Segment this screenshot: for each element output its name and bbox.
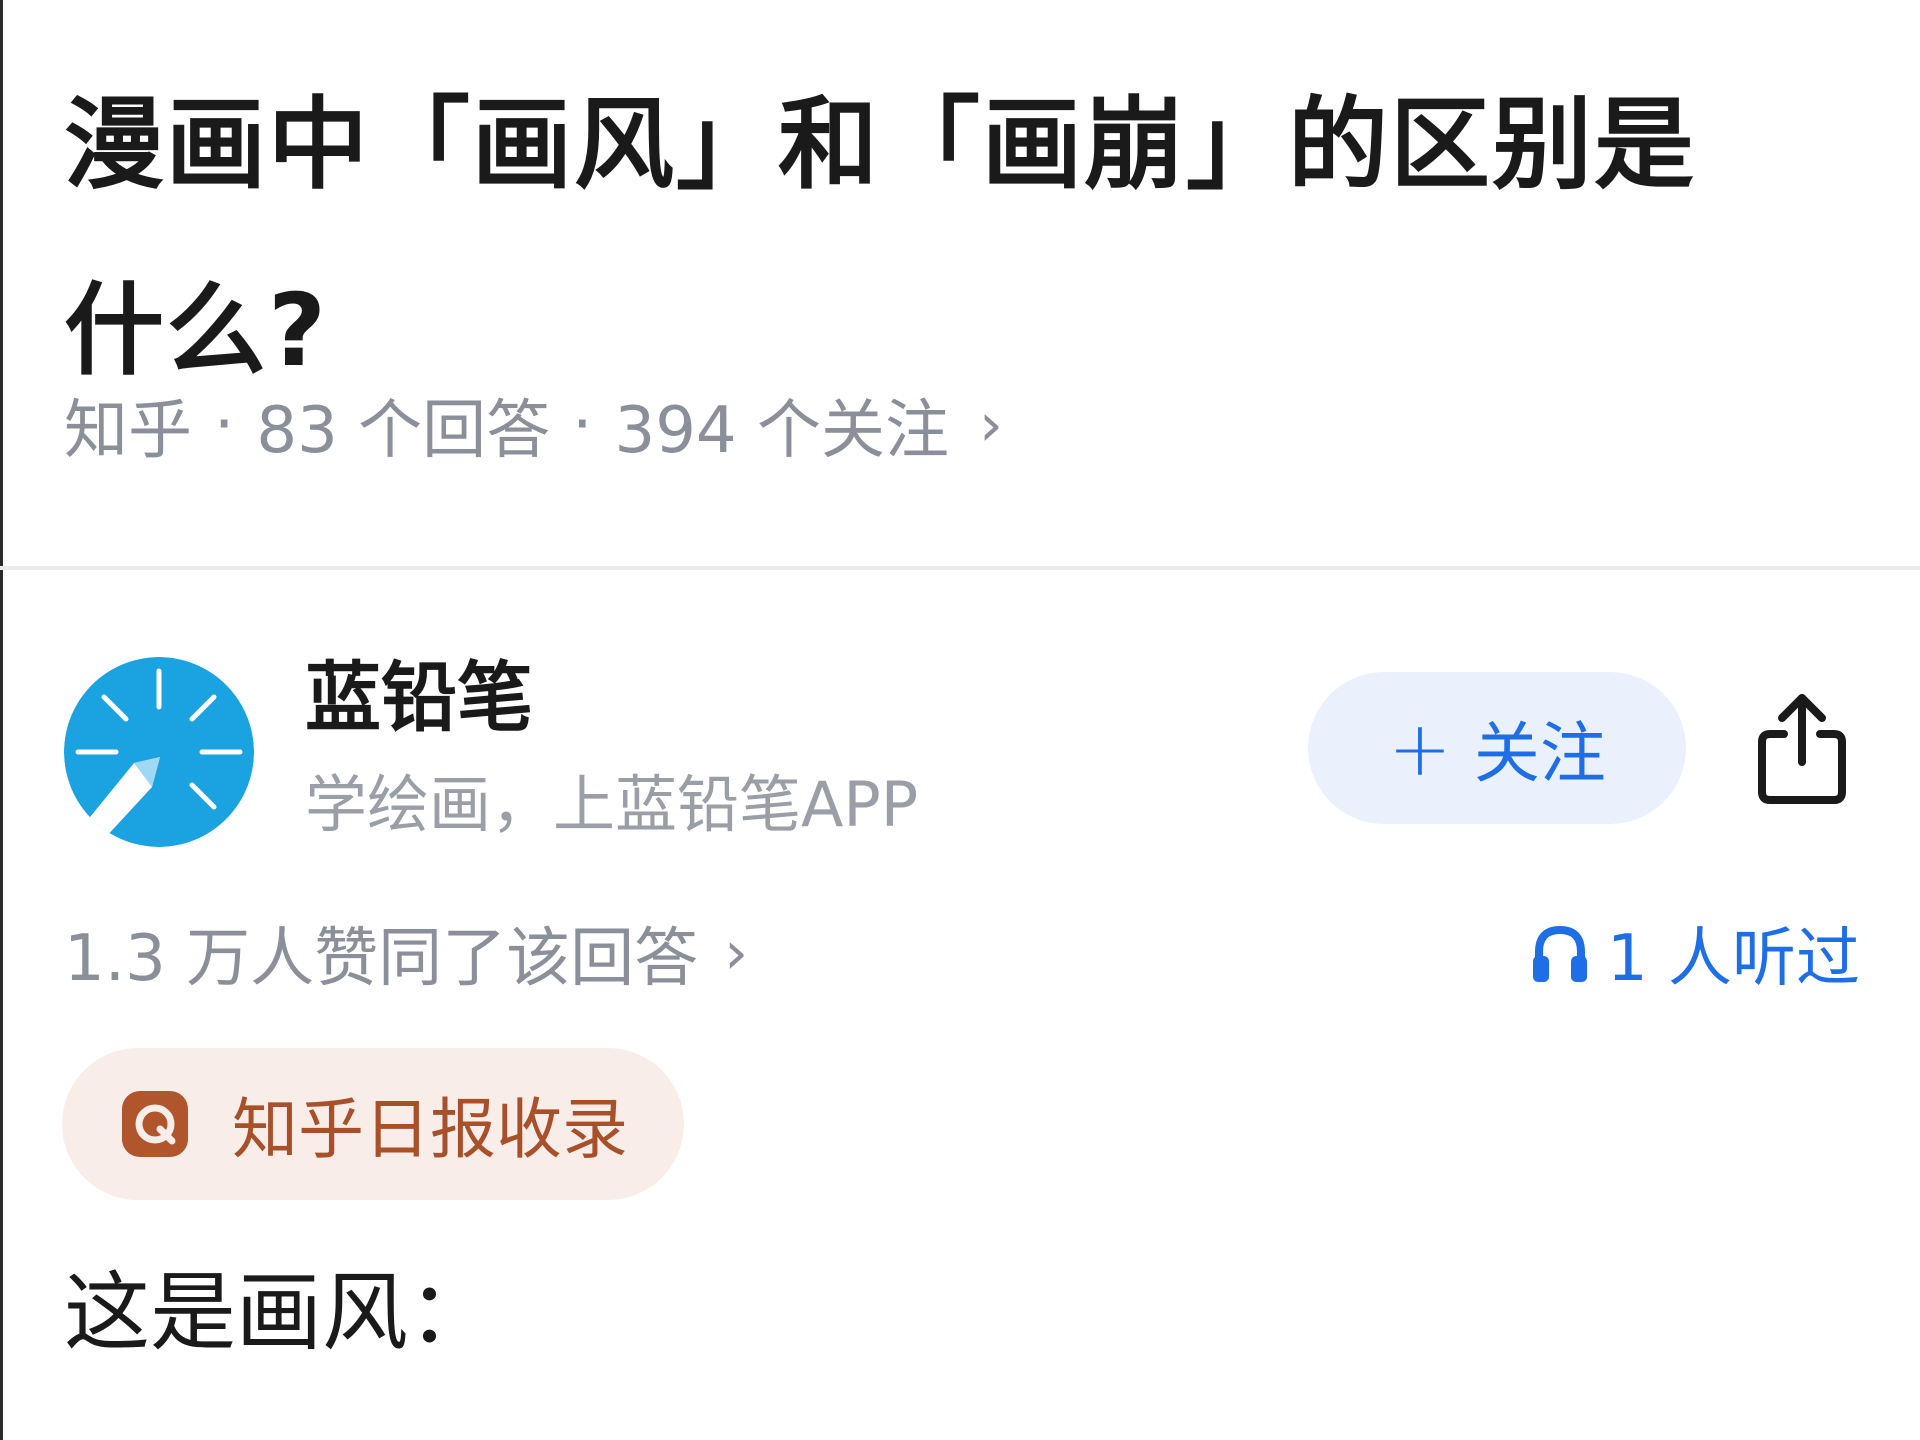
badge-label: 知乎日报收录 (232, 1091, 628, 1168)
chevron-right-icon: › (724, 918, 749, 988)
share-icon[interactable] (1752, 690, 1852, 808)
avatar[interactable] (64, 657, 254, 847)
author-name[interactable]: 蓝铅笔 (305, 650, 533, 746)
follow-label: 关注 (1473, 715, 1606, 792)
answer-count: 83 个回答 (256, 394, 551, 468)
source-label: 知乎 (64, 394, 192, 468)
follower-count: 394 个关注 (614, 394, 949, 468)
plus-icon: + (1388, 703, 1452, 793)
follow-button[interactable]: + 关注 (1308, 672, 1686, 824)
listen-info[interactable]: 1 人听过 (1531, 908, 1860, 998)
question-title[interactable]: 漫画中「画风」和「画崩」的区别是什么? (64, 52, 1764, 424)
author-bio: 学绘画，上蓝铅笔APP (305, 768, 919, 841)
meta-separator: · (214, 388, 235, 462)
listener-count: 1 人听过 (1606, 922, 1860, 996)
window-left-edge (0, 0, 3, 1440)
pencil-logo-icon (64, 657, 254, 847)
section-divider (0, 566, 1920, 570)
question-meta[interactable]: 知乎 · 83 个回答 · 394 个关注 › (64, 385, 1003, 468)
chevron-right-icon: › (978, 390, 1003, 460)
zhihu-daily-badge[interactable]: 知乎日报收录 (62, 1048, 684, 1200)
upvote-summary[interactable]: 1.3 万人赞同了该回答 › (64, 908, 748, 998)
answer-body-text: 这是画风： (64, 1263, 494, 1363)
meta-separator: · (572, 388, 593, 462)
upvote-count: 1.3 万人赞同了该回答 (64, 922, 699, 996)
zhihu-daily-icon (122, 1091, 188, 1157)
headphones-icon (1532, 925, 1587, 982)
